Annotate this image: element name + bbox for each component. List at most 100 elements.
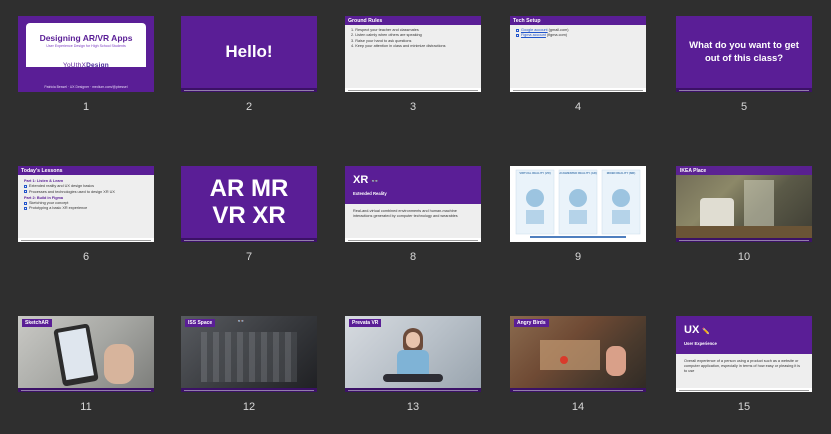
slide-header: Tech Setup xyxy=(510,16,646,25)
slide-title: Designing AR/VR Apps xyxy=(39,33,133,43)
slide-body: 1. Respect your teacher and classmates 2… xyxy=(345,25,481,88)
slide-header: Today's Lessons xyxy=(18,166,154,175)
column-label: MIXED REALITY (MR) xyxy=(606,171,636,175)
hand-image xyxy=(104,344,134,384)
slide-number: 4 xyxy=(574,101,582,113)
slide-thumbnail-9[interactable]: VIRTUAL REALITY (VR) AUGMENTED REALITY (… xyxy=(510,166,646,242)
hand-image xyxy=(606,346,626,376)
slide-thumbnail-7[interactable]: AR MR VR XR xyxy=(181,166,317,242)
slide-thumbnail-14[interactable]: Angry Birds xyxy=(510,316,646,392)
slide-number: 13 xyxy=(406,401,420,413)
slide-body: Google account (gmail.com) Figma account… xyxy=(510,25,646,88)
slide-number: 14 xyxy=(571,401,585,413)
logo-bar xyxy=(26,67,146,75)
slide-number: 2 xyxy=(245,101,253,113)
slide-cell-9: VIRTUAL REALITY (VR) AUGMENTED REALITY (… xyxy=(510,166,646,263)
slide-footer xyxy=(181,388,317,392)
slide-title: UX ✏️ xyxy=(684,324,710,336)
slide-cell-1: Designing AR/VR Apps User Experience Des… xyxy=(18,16,154,113)
slide-thumbnail-15[interactable]: UX ✏️ User Experience Overall experience… xyxy=(676,316,812,392)
slide-thumbnail-6[interactable]: Today's Lessons Part 1: Listen & Learn E… xyxy=(18,166,154,242)
floor-image xyxy=(676,226,812,238)
slide-cell-14: Angry Birds 14 xyxy=(510,316,646,413)
game-table-image xyxy=(540,340,600,370)
slide-sorter-grid: Designing AR/VR Apps User Experience Des… xyxy=(0,0,831,434)
author-line: Patricia Bessel · UX Designer · medium.c… xyxy=(44,85,128,89)
slide-footer xyxy=(181,88,317,92)
slide-heading: Hello! xyxy=(225,42,273,61)
slide-cell-2: Hello! 2 xyxy=(181,16,317,113)
slide-number: 11 xyxy=(80,401,92,413)
slide-thumbnail-2[interactable]: Hello! xyxy=(181,16,317,92)
reality-comparison-diagram xyxy=(515,169,641,238)
slide-thumbnail-3[interactable]: Ground Rules 1. Respect your teacher and… xyxy=(345,16,481,92)
slide-title: XR 👓 xyxy=(353,174,379,186)
slide-cell-3: Ground Rules 1. Respect your teacher and… xyxy=(345,16,481,113)
slide-number: 5 xyxy=(740,101,748,113)
slide-cell-6: Today's Lessons Part 1: Listen & Learn E… xyxy=(18,166,154,263)
column-label: VIRTUAL REALITY (VR) xyxy=(519,171,551,175)
slide-cell-5: What do you want to get out of this clas… xyxy=(676,16,812,113)
slide-number: 12 xyxy=(242,401,256,413)
slide-subtitle: User Experience xyxy=(684,341,717,346)
slide-thumbnail-8[interactable]: XR 👓 Extended Reality Real-and-virtual c… xyxy=(345,166,481,242)
slide-header: Ground Rules xyxy=(345,16,481,25)
slide-number: 6 xyxy=(82,251,90,263)
column-label: AUGMENTED REALITY (AR) xyxy=(559,171,597,175)
list-item: Prototyping a basic XR experience xyxy=(24,206,148,211)
slide-thumbnail-12[interactable]: ISS Space 👓 xyxy=(181,316,317,392)
slide-subtitle: User Experience Design for High School S… xyxy=(46,44,126,48)
slide-cell-11: SketchAR 11 xyxy=(18,316,154,413)
person-body-image xyxy=(397,350,429,376)
slide-body: Part 1: Listen & Learn Extended reality … xyxy=(18,175,154,238)
slide-cell-15: UX ✏️ User Experience Overall experience… xyxy=(676,316,812,413)
slide-header: SketchAR xyxy=(22,319,52,327)
slide-cell-13: Prevata VR 13 xyxy=(345,316,481,413)
slide-footer xyxy=(18,238,154,242)
slide-number: 3 xyxy=(409,101,417,113)
slide-number: 7 xyxy=(245,251,253,263)
slide-thumbnail-13[interactable]: Prevata VR xyxy=(345,316,481,392)
slide-number: 1 xyxy=(82,101,90,113)
slide-footer xyxy=(676,238,812,242)
slide-footer xyxy=(676,88,812,92)
slide-footer xyxy=(345,238,481,242)
slide-header: IKEA Place xyxy=(676,166,812,175)
pencil-icon: ✏️ xyxy=(702,329,710,335)
list-item: Figma account (figma.com) xyxy=(516,33,640,38)
slide-thumbnail-5[interactable]: What do you want to get out of this clas… xyxy=(676,16,812,92)
slide-body: Real-and-virtual combined environments a… xyxy=(345,204,481,238)
armchair-image xyxy=(700,198,734,228)
slide-thumbnail-11[interactable]: SketchAR xyxy=(18,316,154,392)
list-item: Processes and technologies used to desig… xyxy=(24,190,148,195)
slide-footer xyxy=(510,388,646,392)
slide-cell-7: AR MR VR XR 7 xyxy=(181,166,317,263)
window-image xyxy=(744,180,774,226)
slide-thumbnail-1[interactable]: Designing AR/VR Apps User Experience Des… xyxy=(18,16,154,92)
title-card: Designing AR/VR Apps User Experience Des… xyxy=(26,23,146,75)
slide-header: ISS Space xyxy=(185,319,216,327)
slide-heading: What do you want to get out of this clas… xyxy=(689,40,799,64)
slide-heading: AR MR VR XR xyxy=(209,175,289,229)
slide-body: Overall experience of a person using a p… xyxy=(676,354,812,388)
space-station-image xyxy=(201,332,297,382)
slide-number: 15 xyxy=(737,401,751,413)
slide-cell-8: XR 👓 Extended Reality Real-and-virtual c… xyxy=(345,166,481,263)
person-legs-image xyxy=(383,374,443,382)
slide-subtitle: Extended Reality xyxy=(353,191,387,196)
slide-thumbnail-10[interactable]: IKEA Place xyxy=(676,166,812,242)
slide-number: 9 xyxy=(574,251,582,263)
slide-footer xyxy=(510,88,646,92)
slide-header: Angry Birds xyxy=(514,319,549,327)
glasses-icon: 👓 xyxy=(237,319,245,325)
slide-footer xyxy=(345,388,481,392)
slide-cell-10: IKEA Place 10 xyxy=(676,166,812,263)
glasses-icon: 👓 xyxy=(371,179,379,185)
slide-footer xyxy=(18,388,154,392)
slide-cell-4: Tech Setup Google account (gmail.com) Fi… xyxy=(510,16,646,113)
slide-cell-12: ISS Space 👓 12 xyxy=(181,316,317,413)
slide-number: 8 xyxy=(409,251,417,263)
slide-footer xyxy=(345,88,481,92)
slide-footer xyxy=(181,238,317,242)
slide-thumbnail-4[interactable]: Tech Setup Google account (gmail.com) Fi… xyxy=(510,16,646,92)
